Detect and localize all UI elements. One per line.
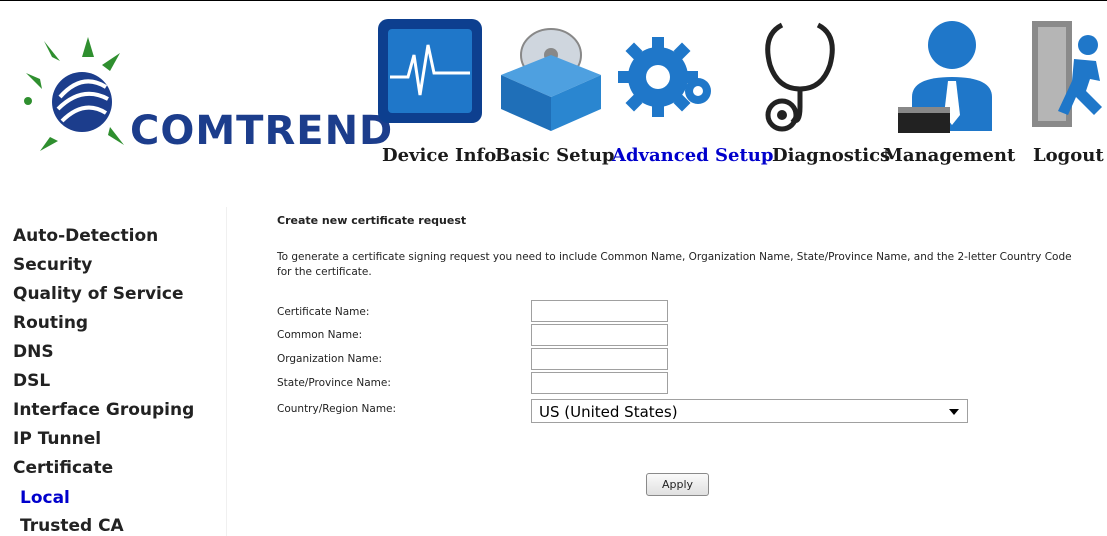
user-admin-icon[interactable] <box>890 15 1000 137</box>
sidebar-item-certificate[interactable]: Certificate <box>13 458 113 478</box>
nav-logout[interactable]: Logout <box>1033 145 1104 166</box>
sidebar-item-interface-grouping[interactable]: Interface Grouping <box>13 400 194 420</box>
disc-box-icon[interactable] <box>495 15 605 139</box>
page-title: Create new certificate request <box>277 214 467 227</box>
certificate-name-label: Certificate Name: <box>277 306 370 318</box>
state-province-name-input[interactable] <box>531 372 668 394</box>
nav-basic-setup[interactable]: Basic Setup <box>495 145 615 166</box>
main-content: Create new certificate request To genera… <box>226 207 1107 536</box>
sidebar-item-trusted-ca[interactable]: Trusted CA <box>20 516 124 536</box>
stethoscope-icon[interactable] <box>752 15 848 137</box>
nav-diagnostics[interactable]: Diagnostics <box>772 145 890 166</box>
logo-wordmark: COMTREND <box>130 108 394 154</box>
sidebar-item-dsl[interactable]: DSL <box>13 371 50 391</box>
sidebar: Auto-Detection Security Quality of Servi… <box>0 200 225 536</box>
exit-runner-icon[interactable] <box>1030 15 1107 137</box>
certificate-name-input[interactable] <box>531 300 668 322</box>
country-region-value: US (United States) <box>539 403 678 421</box>
organization-name-input[interactable] <box>531 348 668 370</box>
country-region-select[interactable]: US (United States) <box>531 399 968 423</box>
nav-device-info[interactable]: Device Info <box>382 145 496 166</box>
apply-button[interactable]: Apply <box>646 473 709 496</box>
header: COMTREND Device Info Basic Setup Advance… <box>0 0 1107 200</box>
comtrend-logo: COMTREND <box>22 17 392 177</box>
nav-management[interactable]: Management <box>883 145 1015 166</box>
organization-name-label: Organization Name: <box>277 353 382 365</box>
gears-icon[interactable] <box>610 15 720 137</box>
sidebar-item-dns[interactable]: DNS <box>13 342 54 362</box>
monitor-chart-icon[interactable] <box>374 15 486 137</box>
sidebar-item-security[interactable]: Security <box>13 255 92 275</box>
common-name-label: Common Name: <box>277 329 363 341</box>
chevron-down-icon <box>949 409 959 415</box>
country-region-name-label: Country/Region Name: <box>277 403 397 415</box>
page-description: To generate a certificate signing reques… <box>277 251 1072 278</box>
sidebar-item-auto-detection[interactable]: Auto-Detection <box>13 226 158 246</box>
swirl-logo-icon <box>24 37 124 151</box>
sidebar-item-ip-tunnel[interactable]: IP Tunnel <box>13 429 101 449</box>
state-province-name-label: State/Province Name: <box>277 377 391 389</box>
sidebar-item-local[interactable]: Local <box>20 488 70 508</box>
sidebar-item-quality-of-service[interactable]: Quality of Service <box>13 284 183 304</box>
sidebar-item-routing[interactable]: Routing <box>13 313 88 333</box>
nav-advanced-setup[interactable]: Advanced Setup <box>612 145 773 166</box>
common-name-input[interactable] <box>531 324 668 346</box>
